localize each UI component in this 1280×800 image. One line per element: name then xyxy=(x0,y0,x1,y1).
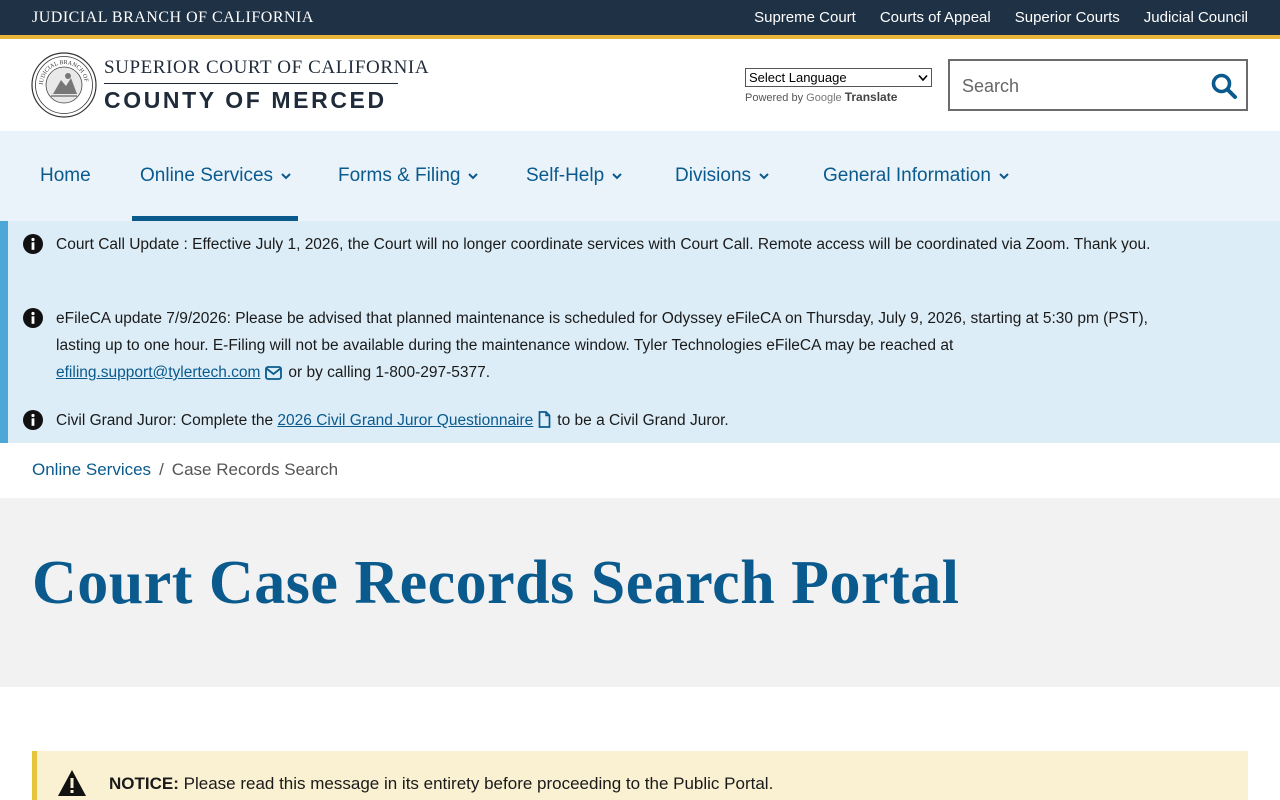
nav-divisions[interactable]: Divisions xyxy=(675,131,770,221)
notice-text: NOTICE: Please read this message in its … xyxy=(109,774,773,794)
language-select[interactable]: Select Language xyxy=(745,68,932,87)
google-logo[interactable]: Google xyxy=(806,92,841,104)
notice-box: NOTICE: Please read this message in its … xyxy=(32,751,1248,800)
nav-home[interactable]: Home xyxy=(40,131,91,221)
alert-accent-bar xyxy=(0,221,8,443)
powered-by-label: Powered by xyxy=(745,92,804,104)
document-icon xyxy=(538,411,551,428)
notice-label: NOTICE: xyxy=(109,774,179,793)
language-select-value: Select Language xyxy=(749,70,847,85)
alert-grand-juror: Civil Grand Juror: Complete the 2026 Civ… xyxy=(56,407,1186,434)
chevron-down-icon xyxy=(759,173,769,180)
breadcrumb-separator: / xyxy=(159,460,164,479)
alert-efileca-text: eFileCA update 7/9/2026: Please be advis… xyxy=(56,310,1148,354)
grand-juror-questionnaire-link[interactable]: 2026 Civil Grand Juror Questionnaire xyxy=(277,412,533,429)
alert-banner: Court Call Update : Effective July 1, 20… xyxy=(0,221,1280,443)
link-judicial-council[interactable]: Judicial Council xyxy=(1144,9,1248,26)
nav-forms-filing-label: Forms & Filing xyxy=(338,165,461,186)
google-translate-credit: Powered by Google Translate xyxy=(745,90,897,104)
link-courts-of-appeal[interactable]: Courts of Appeal xyxy=(880,9,991,26)
nav-divisions-label: Divisions xyxy=(675,165,752,186)
breadcrumb: Online Services / Case Records Search xyxy=(32,460,338,480)
site-header: JUDICIAL BRANCH OF CALIFORNIA SUPERIOR C… xyxy=(0,39,1280,131)
efiling-support-email-link[interactable]: efiling.support@tylertech.com xyxy=(56,364,260,381)
nav-forms-filing[interactable]: Forms & Filing xyxy=(338,131,479,221)
notice-message: Please read this message in its entirety… xyxy=(183,774,774,793)
chevron-down-icon xyxy=(281,173,291,180)
translate-link[interactable]: Translate xyxy=(845,90,898,104)
search-icon[interactable] xyxy=(1210,72,1238,100)
info-icon xyxy=(23,234,43,254)
court-name-line2: COUNTY OF MERCED xyxy=(104,87,387,113)
info-icon xyxy=(23,308,43,328)
search-input[interactable] xyxy=(962,74,1192,98)
page-title-band: Court Case Records Search Portal xyxy=(0,498,1280,687)
chevron-down-icon xyxy=(999,173,1009,180)
breadcrumb-online-services[interactable]: Online Services xyxy=(32,460,151,480)
link-superior-courts[interactable]: Superior Courts xyxy=(1015,9,1120,26)
chevron-down-icon xyxy=(468,173,479,180)
alert-grand-juror-tail: to be a Civil Grand Juror. xyxy=(557,412,729,429)
warning-icon xyxy=(58,770,86,796)
alert-efileca: eFileCA update 7/9/2026: Please be advis… xyxy=(56,305,1186,386)
court-name-rule xyxy=(104,83,398,84)
top-links: Supreme Court Courts of Appeal Superior … xyxy=(754,9,1248,26)
nav-general-information[interactable]: General Information xyxy=(823,131,1010,221)
chevron-down-icon xyxy=(918,74,928,81)
link-supreme-court[interactable]: Supreme Court xyxy=(754,9,856,26)
envelope-icon xyxy=(265,366,283,380)
judicial-branch-title[interactable]: JUDICIAL BRANCH OF CALIFORNIA xyxy=(32,9,314,27)
top-bar: JUDICIAL BRANCH OF CALIFORNIA Supreme Co… xyxy=(0,0,1280,35)
nav-general-information-label: General Information xyxy=(823,165,991,186)
nav-self-help[interactable]: Self-Help xyxy=(526,131,623,221)
court-seal-logo[interactable]: JUDICIAL BRANCH OF CALIFORNIA xyxy=(31,52,97,118)
site-search xyxy=(948,59,1248,111)
nav-self-help-label: Self-Help xyxy=(526,165,605,186)
alert-court-call: Court Call Update : Effective July 1, 20… xyxy=(56,236,1151,253)
page-title: Court Case Records Search Portal xyxy=(32,549,960,617)
breadcrumb-current: Case Records Search xyxy=(171,460,339,479)
alert-grand-juror-text: Civil Grand Juror: Complete the xyxy=(56,412,274,429)
court-name-line1: SUPERIOR COURT OF CALIFORNIA xyxy=(104,57,430,78)
chevron-down-icon xyxy=(612,173,622,180)
nav-online-services[interactable]: Online Services xyxy=(140,131,292,221)
main-nav: Home Online Services Forms & Filing Self… xyxy=(0,131,1280,221)
nav-online-services-label: Online Services xyxy=(140,165,274,186)
nav-home-label: Home xyxy=(40,165,91,186)
alert-efileca-tail: or by calling 1-800-297-5377. xyxy=(288,364,491,381)
info-icon xyxy=(23,410,43,430)
